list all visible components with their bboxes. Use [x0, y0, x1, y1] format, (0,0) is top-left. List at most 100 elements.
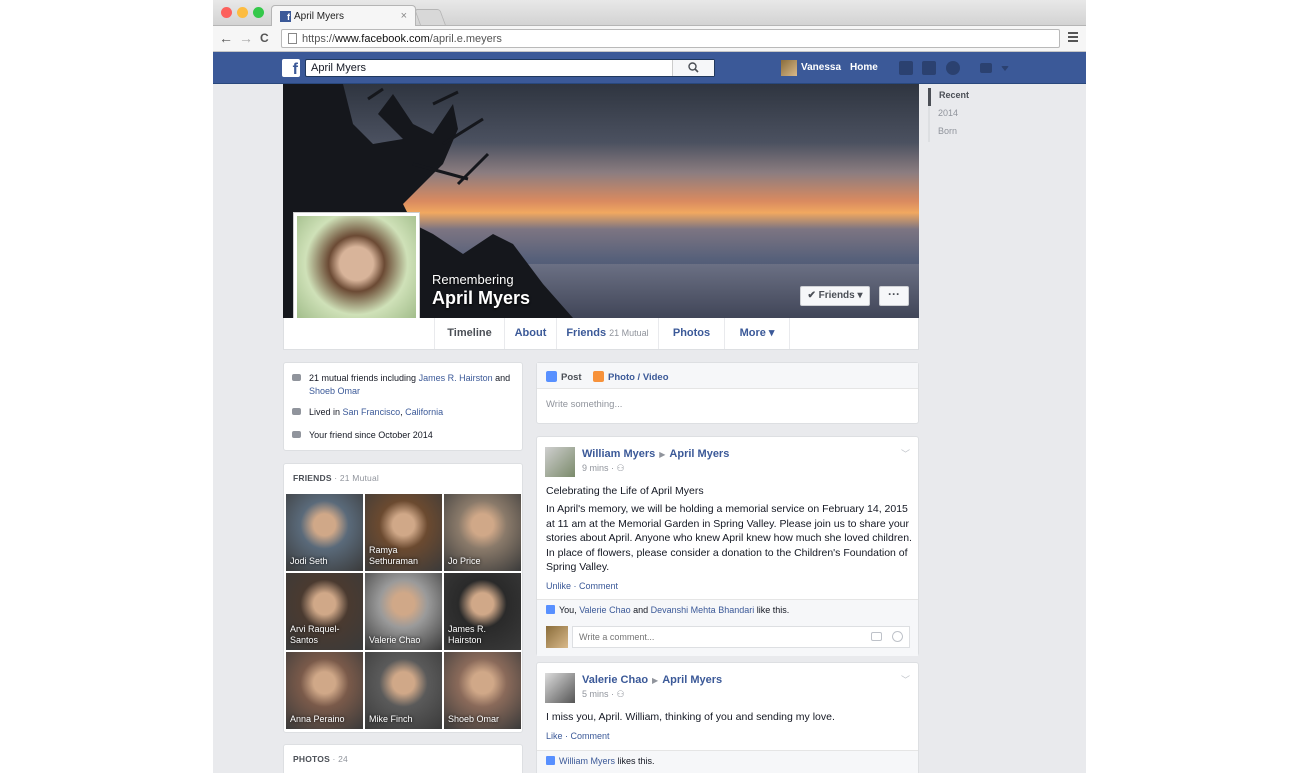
- reload-icon[interactable]: C: [260, 31, 269, 45]
- user-avatar[interactable]: [781, 60, 797, 76]
- post-tab-label: Post: [561, 372, 582, 383]
- post-timestamp[interactable]: 5 mins · ⚇: [582, 689, 625, 700]
- more-options-button[interactable]: ···: [879, 286, 909, 306]
- friend-tile[interactable]: Mike Finch: [365, 652, 442, 729]
- unlike-link[interactable]: Unlike: [546, 581, 571, 591]
- browser-menu-icon[interactable]: [1068, 32, 1078, 44]
- post-likes-section: William Myers likes this.: [537, 750, 918, 773]
- mutual-friend-link[interactable]: Shoeb Omar: [309, 386, 360, 396]
- forward-icon[interactable]: →: [239, 30, 253, 46]
- post-options-chevron-icon[interactable]: ﹀: [901, 447, 910, 460]
- photos-card: PHOTOS · 24: [283, 744, 523, 773]
- mutual-prefix: 21 mutual friends including: [309, 373, 417, 383]
- mutual-friends-row: 21 mutual friends including James R. Hai…: [292, 372, 510, 398]
- mutual-friend-link[interactable]: James R. Hairston: [419, 373, 493, 383]
- tab-close-icon[interactable]: ×: [401, 10, 407, 22]
- url-path: /april.e.meyers: [429, 33, 502, 45]
- friend-since-row: Your friend since October 2014: [292, 429, 433, 442]
- friend-tile[interactable]: Arvi Raquel-Santos: [286, 573, 363, 650]
- minimize-window-icon[interactable]: [237, 7, 248, 18]
- post-body: I miss you, April. William, thinking of …: [546, 711, 835, 723]
- post-body: In April's memory, we will be holding a …: [546, 503, 912, 573]
- photos-card-header[interactable]: PHOTOS · 24: [293, 754, 348, 764]
- close-window-icon[interactable]: [221, 7, 232, 18]
- tab-more[interactable]: More ▾: [725, 318, 790, 349]
- mutual-and: and: [495, 373, 511, 383]
- search-icon: [688, 62, 699, 73]
- new-tab-button[interactable]: [414, 9, 446, 25]
- tab-about[interactable]: About: [505, 318, 557, 349]
- timeline-recent[interactable]: Recent: [928, 88, 988, 106]
- tab-photos[interactable]: Photos: [659, 318, 725, 349]
- facebook-favicon-icon: f: [280, 11, 291, 22]
- friend-tile[interactable]: Shoeb Omar: [444, 652, 521, 729]
- liker-link[interactable]: Devanshi Mehta Bhandari: [651, 605, 755, 615]
- friend-tile[interactable]: Anna Peraino: [286, 652, 363, 729]
- post-target-link[interactable]: April Myers: [669, 448, 729, 460]
- messages-icon[interactable]: [922, 61, 936, 75]
- friends-button[interactable]: ✔ Friends ▾: [800, 286, 870, 306]
- facebook-logo-icon[interactable]: f: [282, 59, 300, 78]
- timeline-scrubber: Recent 2014 Born: [928, 88, 988, 142]
- facebook-top-bar: f Vanessa Home: [213, 52, 1086, 84]
- friends-header-label: FRIENDS: [293, 473, 332, 483]
- browser-tab[interactable]: f April Myers ×: [271, 5, 416, 27]
- composer-post-tab[interactable]: Post: [546, 371, 582, 383]
- privacy-shortcuts-icon[interactable]: [980, 63, 992, 73]
- tab-timeline[interactable]: Timeline: [434, 318, 505, 349]
- lived-in-row: Lived in San Francisco, California: [292, 406, 443, 419]
- post-likes-section: You, Valerie Chao and Devanshi Mehta Bha…: [537, 599, 918, 656]
- search-button[interactable]: [672, 60, 714, 76]
- friend-requests-icon[interactable]: [899, 61, 913, 75]
- emoji-icon[interactable]: [892, 631, 903, 642]
- comment-link[interactable]: Comment: [571, 731, 610, 741]
- post-header: William Myers ▶ April Myers: [582, 448, 729, 460]
- friends-card-header[interactable]: FRIENDS · 21 Mutual: [293, 473, 379, 483]
- post-options-chevron-icon[interactable]: ﹀: [901, 673, 910, 686]
- photos-header-label: PHOTOS: [293, 754, 330, 764]
- friend-name: James R. Hairston: [448, 624, 487, 645]
- timeline-born[interactable]: Born: [928, 124, 988, 142]
- post-author-link[interactable]: William Myers: [582, 448, 655, 460]
- friend-tile[interactable]: Jo Price: [444, 494, 521, 571]
- notifications-globe-icon[interactable]: [946, 61, 960, 75]
- post-author-link[interactable]: Valerie Chao: [582, 674, 648, 686]
- friend-tile[interactable]: Ramya Sethuraman: [365, 494, 442, 571]
- friend-tile[interactable]: James R. Hairston: [444, 573, 521, 650]
- back-icon[interactable]: ←: [219, 30, 233, 46]
- post-header: Valerie Chao ▶ April Myers: [582, 674, 722, 686]
- tab-more-label: More ▾: [739, 327, 775, 339]
- account-menu-chevron-icon[interactable]: [1001, 66, 1009, 71]
- like-thumb-icon: [546, 605, 555, 614]
- post-card: Valerie Chao ▶ April Myers 5 mins · ⚇ ﹀ I …: [536, 662, 919, 773]
- composer-input[interactable]: Write something...: [546, 399, 622, 410]
- address-bar[interactable]: https://www.facebook.com/april.e.meyers: [281, 29, 1060, 48]
- user-name-link[interactable]: Vanessa: [801, 62, 841, 73]
- search-input[interactable]: [311, 61, 671, 75]
- composer-photo-tab[interactable]: Photo / Video: [593, 371, 669, 383]
- post-card: William Myers ▶ April Myers 9 mins · ⚇ ﹀ C…: [536, 436, 919, 656]
- city-link[interactable]: San Francisco: [343, 407, 401, 417]
- liker-link[interactable]: William Myers: [559, 756, 615, 766]
- home-link[interactable]: Home: [850, 62, 878, 73]
- post-actions: Like · Comment: [546, 731, 610, 741]
- post-timestamp[interactable]: 9 mins · ⚇: [582, 463, 625, 474]
- state-link[interactable]: California: [405, 407, 443, 417]
- tab-friends[interactable]: Friends 21 Mutual: [557, 318, 659, 349]
- timeline-2014[interactable]: 2014: [928, 106, 988, 124]
- camera-icon[interactable]: [871, 632, 882, 641]
- friend-tile[interactable]: Valerie Chao: [365, 573, 442, 650]
- friend-name: Arvi Raquel-Santos: [290, 624, 340, 645]
- commenter-avatar: [546, 626, 568, 648]
- like-link[interactable]: Like: [546, 731, 563, 741]
- comment-input[interactable]: [572, 626, 910, 648]
- comment-link[interactable]: Comment: [579, 581, 618, 591]
- pencil-icon: [546, 371, 557, 382]
- friend-tile[interactable]: Jodi Seth: [286, 494, 363, 571]
- friend-name: Shoeb Omar: [448, 714, 500, 724]
- liker-link[interactable]: Valerie Chao: [579, 605, 630, 615]
- post-target-link[interactable]: April Myers: [662, 674, 722, 686]
- maximize-window-icon[interactable]: [253, 7, 264, 18]
- post-author-avatar[interactable]: [545, 447, 575, 477]
- post-author-avatar[interactable]: [545, 673, 575, 703]
